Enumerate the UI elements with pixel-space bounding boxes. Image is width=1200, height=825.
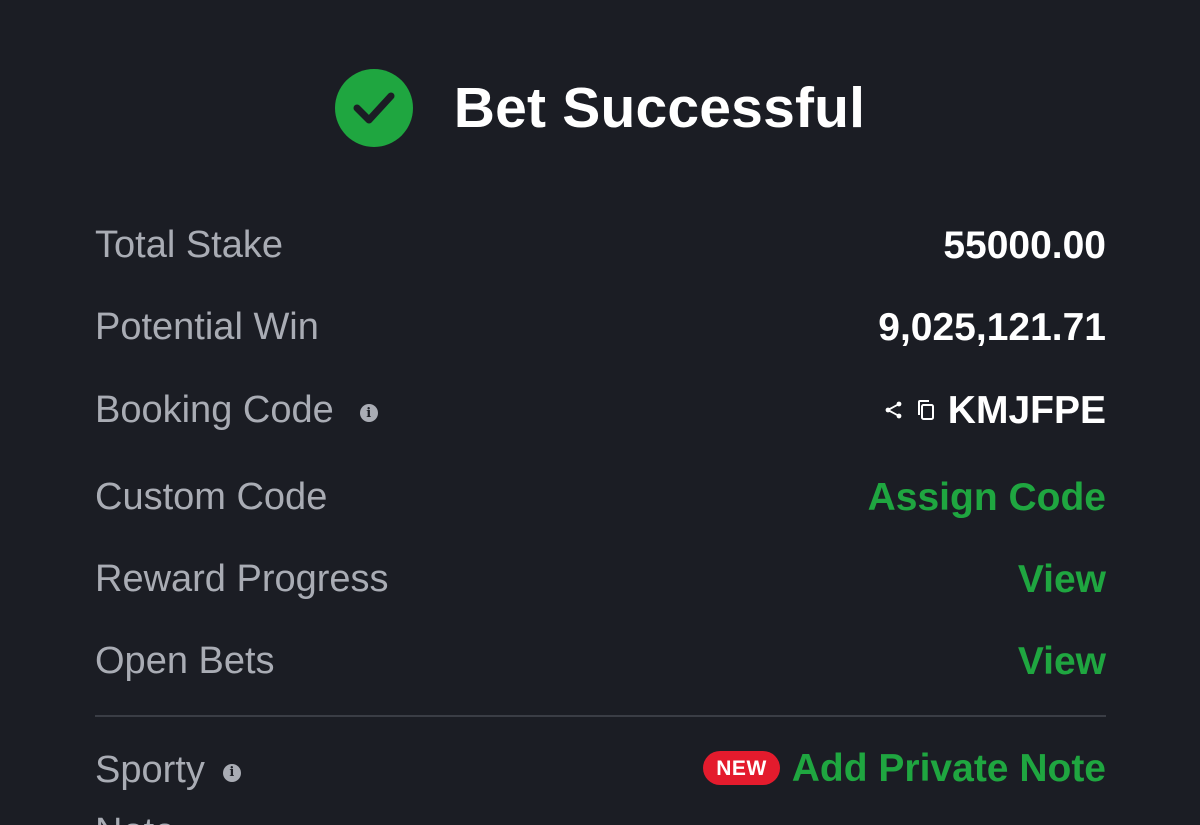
add-private-note-link[interactable]: Add Private Note <box>792 749 1106 788</box>
sporty-note-row: NEW Add Private Note <box>95 738 1106 798</box>
booking-code-label-wrap: Booking Code i <box>95 391 378 429</box>
potential-win-label: Potential Win <box>95 306 319 348</box>
success-header: Bet Successful <box>0 68 1200 148</box>
booking-code-value-wrap: KMJFPE <box>882 391 1106 430</box>
sporty-note-label-line2: Note <box>95 803 395 825</box>
total-stake-row: Total Stake 55000.00 <box>95 215 1106 275</box>
bet-success-screen: Bet Successful Total Stake 55000.00 Pote… <box>0 0 1200 825</box>
reward-progress-row: Reward Progress View <box>95 549 1106 609</box>
total-stake-label: Total Stake <box>95 224 283 266</box>
new-badge: NEW <box>703 751 780 785</box>
share-icon[interactable] <box>882 398 906 422</box>
open-bets-label: Open Bets <box>95 640 275 682</box>
divider <box>95 715 1106 717</box>
add-note-wrap[interactable]: NEW Add Private Note <box>703 749 1106 788</box>
booking-code-label: Booking Code <box>95 389 334 431</box>
potential-win-row: Potential Win 9,025,121.71 <box>95 297 1106 357</box>
custom-code-label: Custom Code <box>95 476 328 518</box>
reward-progress-view-link[interactable]: View <box>1018 560 1106 599</box>
page-title: Bet Successful <box>453 75 866 140</box>
potential-win-value: 9,025,121.71 <box>878 305 1106 349</box>
open-bets-row: Open Bets View <box>95 631 1106 691</box>
reward-progress-label: Reward Progress <box>95 558 389 600</box>
check-circle-icon <box>334 69 413 147</box>
total-stake-value: 55000.00 <box>943 223 1106 267</box>
assign-code-link[interactable]: Assign Code <box>868 478 1106 517</box>
booking-code-row: Booking Code i KMJFPE <box>95 380 1106 440</box>
copy-icon[interactable] <box>914 398 938 422</box>
booking-code-value[interactable]: KMJFPE <box>948 391 1106 430</box>
info-icon[interactable]: i <box>359 404 378 422</box>
custom-code-row: Custom Code Assign Code <box>95 467 1106 527</box>
open-bets-view-link[interactable]: View <box>1018 642 1106 681</box>
